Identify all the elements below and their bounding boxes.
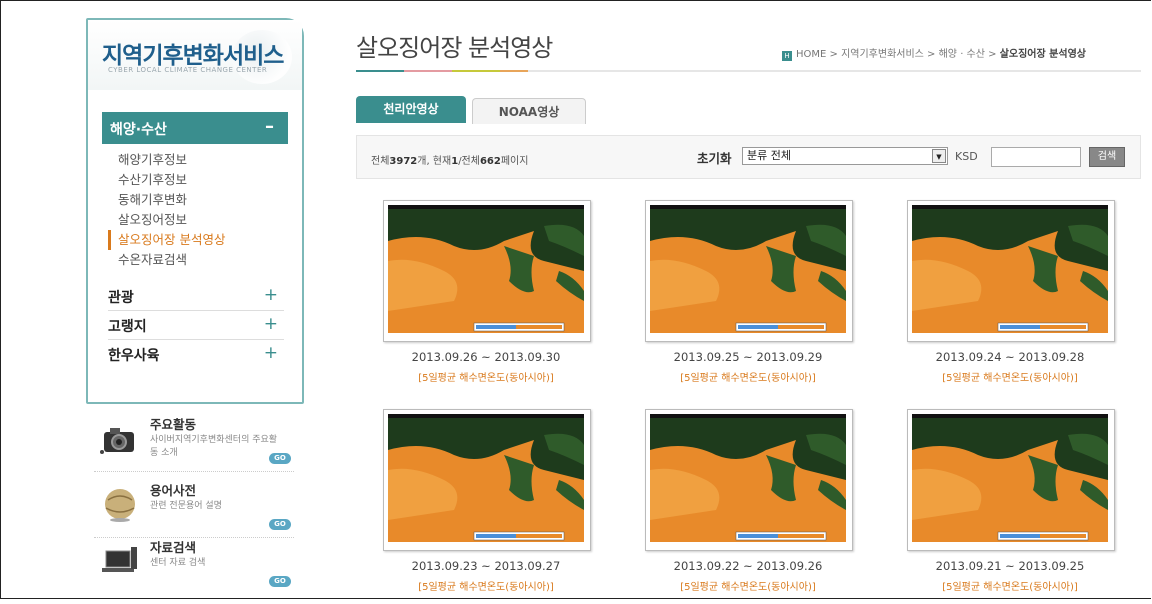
sst-map-thumbnail[interactable] (907, 200, 1115, 342)
image-date-range: 2013.09.22 ~ 2013.09.26 (673, 559, 823, 573)
submenu-item-east-sea-change[interactable]: 동해기후변화 (108, 190, 288, 210)
gallery-card[interactable]: 2013.09.21 ~ 2013.09.25 [5일평균 해수면온도(동아시아)… (882, 409, 1122, 604)
gallery-card[interactable]: 2013.09.24 ~ 2013.09.28 [5일평균 해수면온도(동아시아)… (882, 200, 1122, 395)
sst-map-image (388, 414, 584, 542)
expand-icon[interactable]: + (264, 314, 278, 334)
ksd-input[interactable] (991, 147, 1081, 167)
title-underline (356, 70, 1141, 72)
collapse-icon[interactable]: – (265, 116, 274, 137)
submenu-item-squid-analysis[interactable]: 살오징어장 분석영상 (108, 230, 288, 250)
image-caption-link[interactable]: [5일평균 해수면온도(동아시아)] (620, 369, 876, 384)
submenu-ocean: 해양기후정보 수산기후정보 동해기후변화 살오징어정보 살오징어장 분석영상 수… (108, 150, 288, 270)
quick-link-activities[interactable]: 주요활동 사이버지역기후변화센터의 주요활동 소개 GO (94, 414, 299, 472)
category-header-label: 해양·수산 (110, 122, 167, 138)
go-button[interactable]: GO (269, 576, 291, 587)
filter-bar: 전체3972개, 현재1/전체662페이지 초기화 분류 전체 ▼ KSD 검색 (356, 135, 1141, 179)
breadcrumb: H HOME > 지역기후변화서비스 > 해양 · 수산 > 살오징어장 분석영상 (782, 45, 1086, 61)
sidebar-group-highland[interactable]: 고랭지 + (108, 311, 284, 340)
divider (94, 471, 294, 472)
underline-segment (404, 70, 452, 72)
sidebar-group-tourism[interactable]: 관광 + (108, 282, 284, 311)
gallery-card[interactable]: 2013.09.23 ~ 2013.09.27 [5일평균 해수면온도(동아시아)… (358, 409, 598, 604)
quick-link-desc: 관련 전문용어 설명 (150, 501, 222, 511)
image-caption-link[interactable]: [5일평균 해수면온도(동아시아)] (882, 578, 1138, 593)
sst-map-image (388, 205, 584, 333)
tab-coms[interactable]: 천리안영상 (356, 96, 466, 123)
quick-link-title: 용어사전 (150, 483, 197, 498)
sidebar-group-label: 고랭지 (108, 319, 147, 335)
sidebar-group-hanwoo[interactable]: 한우사육 + (108, 340, 284, 368)
submenu-item-ocean-climate[interactable]: 해양기후정보 (108, 150, 288, 170)
home-icon[interactable]: H (782, 51, 792, 61)
category-select-value: 분류 전체 (747, 149, 791, 162)
expand-icon[interactable]: + (264, 343, 278, 363)
laptop-icon (102, 547, 137, 572)
quick-link-title: 자료검색 (150, 540, 197, 555)
sst-map-image (650, 205, 846, 333)
sst-map-thumbnail[interactable] (645, 200, 853, 342)
submenu-item-fisheries-climate[interactable]: 수산기후정보 (108, 170, 288, 190)
underline-segment (500, 70, 528, 72)
breadcrumb-current: 살오징어장 분석영상 (999, 49, 1086, 60)
image-date-range: 2013.09.25 ~ 2013.09.29 (673, 350, 823, 364)
camera-icon (100, 428, 134, 454)
result-count: 전체3972개, 현재1/전체662페이지 (371, 156, 529, 167)
sst-map-thumbnail[interactable] (383, 200, 591, 342)
image-caption-link[interactable]: [5일평균 해수면온도(동아시아)] (882, 369, 1138, 384)
breadcrumb-path[interactable]: HOME > 지역기후변화서비스 > 해양 · 수산 > (796, 49, 1000, 60)
category-select[interactable]: 분류 전체 ▼ (742, 147, 948, 165)
total-count: 3972 (389, 156, 418, 167)
image-caption-link[interactable]: [5일평균 해수면온도(동아시아)] (620, 578, 876, 593)
sidebar-group-label: 한우사육 (108, 348, 160, 364)
sidebar-group-label: 관광 (108, 290, 134, 306)
quick-link-desc: 센터 자료 검색 (150, 558, 206, 568)
brand-subtitle: CYBER LOCAL CLIMATE CHANGE CENTER (108, 66, 268, 74)
image-caption-link[interactable]: [5일평균 해수면온도(동아시아)] (358, 578, 614, 593)
sst-map-thumbnail[interactable] (383, 409, 591, 551)
brand-header[interactable]: 지역기후변화서비스 CYBER LOCAL CLIMATE CHANGE CEN… (88, 20, 302, 90)
page-title: 살오징어장 분석영상 (356, 34, 553, 62)
quick-link-data-search[interactable]: 자료검색 센터 자료 검색 GO (94, 537, 299, 595)
expand-icon[interactable]: + (264, 285, 278, 305)
brand-title[interactable]: 지역기후변화서비스 (102, 36, 284, 70)
reset-link[interactable]: 초기화 (697, 148, 732, 167)
search-button[interactable]: 검색 (1089, 147, 1125, 167)
globe-icon (105, 489, 135, 522)
gallery-card[interactable]: 2013.09.26 ~ 2013.09.30 [5일평균 해수면온도(동아시아)… (358, 200, 598, 395)
tab-noaa[interactable]: NOAA영상 (472, 98, 586, 124)
submenu-item-squid-info[interactable]: 살오징어정보 (108, 210, 288, 230)
image-date-range: 2013.09.21 ~ 2013.09.25 (935, 559, 1085, 573)
underline-segment (452, 70, 500, 72)
category-header-ocean[interactable]: 해양·수산 – (102, 112, 288, 144)
quick-link-glossary[interactable]: 용어사전 관련 전문용어 설명 GO (94, 480, 299, 538)
go-button[interactable]: GO (269, 453, 291, 464)
sst-map-thumbnail[interactable] (645, 409, 853, 551)
underline-segment (356, 70, 404, 72)
dropdown-arrow-icon[interactable]: ▼ (932, 149, 946, 163)
ksd-label: KSD (955, 150, 978, 163)
gallery-card[interactable]: 2013.09.22 ~ 2013.09.26 [5일평균 해수면온도(동아시아)… (620, 409, 860, 604)
gallery-card[interactable]: 2013.09.25 ~ 2013.09.29 [5일평균 해수면온도(동아시아)… (620, 200, 860, 395)
image-date-range: 2013.09.23 ~ 2013.09.27 (411, 559, 561, 573)
submenu-item-sst-search[interactable]: 수온자료검색 (108, 250, 288, 270)
quick-link-title: 주요활동 (150, 417, 197, 432)
go-button[interactable]: GO (269, 519, 291, 530)
quick-link-desc: 사이버지역기후변화센터의 주요활동 소개 (150, 435, 278, 458)
image-caption-link[interactable]: [5일평균 해수면온도(동아시아)] (358, 369, 614, 384)
sst-map-image (650, 414, 846, 542)
total-pages: 662 (479, 156, 501, 167)
sst-map-image (912, 414, 1108, 542)
sst-map-image (912, 205, 1108, 333)
image-date-range: 2013.09.26 ~ 2013.09.30 (411, 350, 561, 364)
sst-map-thumbnail[interactable] (907, 409, 1115, 551)
image-date-range: 2013.09.24 ~ 2013.09.28 (935, 350, 1085, 364)
